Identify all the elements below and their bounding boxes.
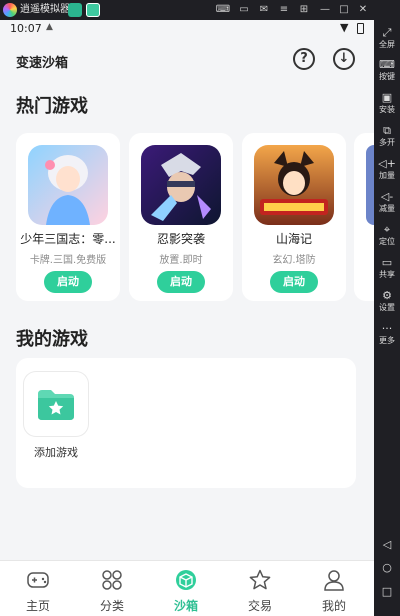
recent-apps-icon[interactable]: □ xyxy=(380,585,394,599)
add-game-button[interactable] xyxy=(24,372,88,436)
my-games-panel: 添加游戏 xyxy=(16,358,356,488)
game-icon-shaonian-sanguozhi[interactable] xyxy=(28,145,108,225)
sidebar-item-settings[interactable]: ⚙ 设置 xyxy=(374,289,400,313)
status-time: 10:07 xyxy=(10,22,42,35)
keyboard-icon[interactable]: ⌨ xyxy=(215,2,231,18)
game-name: 山海记 xyxy=(275,232,312,246)
volume-down-icon: ◁- xyxy=(380,190,394,203)
folder-icon: ▭ xyxy=(381,256,393,269)
maximize-icon[interactable]: □ xyxy=(336,2,352,18)
bottom-tabbar: 主页 分类 沙箱 交易 我的 xyxy=(0,560,374,616)
launch-button[interactable]: 启动 xyxy=(44,271,92,293)
gear-icon: ⚙ xyxy=(382,289,392,302)
game-card[interactable]: 少年三国志：零... 卡牌.三国.免费版 启动 xyxy=(16,133,120,301)
game-icon-renying-tuxi[interactable] xyxy=(141,145,221,225)
tab-mine[interactable]: 我的 xyxy=(297,569,371,614)
game-name: 少年三国志：零... xyxy=(20,232,116,246)
keyboard-icon: ⌨ xyxy=(379,58,395,71)
user-icon xyxy=(324,570,344,591)
status-bar: 10:07 ▲ ▼ xyxy=(0,20,374,38)
sidebar-item-share[interactable]: ▭ 共享 xyxy=(374,256,400,280)
wifi-icon: ▼ xyxy=(340,21,349,34)
menu-icon[interactable]: ≡ xyxy=(276,2,292,18)
sidebar-item-fullscreen[interactable]: ⤢ 全屏 xyxy=(374,26,400,50)
download-icon: ↓ xyxy=(338,51,350,66)
sidebar-item-keymap[interactable]: ⌨ 按键 xyxy=(374,58,400,82)
tab-sandbox-label: 沙箱 xyxy=(173,599,198,613)
question-icon: ? xyxy=(300,51,308,66)
app-tab-icon[interactable] xyxy=(68,3,82,17)
android-screen: 10:07 ▲ ▼ 变速沙箱 ? ↓ 热门游戏 少年三国志：零... 卡牌.三国… xyxy=(0,20,374,616)
game-tags: 卡牌.三国.免费版 xyxy=(29,255,107,266)
grid-icon xyxy=(102,570,122,590)
apk-icon: ▣ xyxy=(381,91,393,104)
game-name: 忍影突袭 xyxy=(156,232,205,246)
fullscreen-icon: ⤢ xyxy=(382,26,392,39)
star-icon xyxy=(249,569,271,590)
tab-trade[interactable]: 交易 xyxy=(223,569,297,614)
tab-category[interactable]: 分类 xyxy=(75,569,149,614)
location-icon: ⌖ xyxy=(383,223,391,236)
emulator-titlebar: 逍遥模拟器 ⌨ ▭ ✉ ≡ ⊞ — □ ✕ <<< xyxy=(0,0,400,20)
gamepad-icon xyxy=(27,572,49,588)
multi-instance-icon: ⧉ xyxy=(383,124,391,137)
active-app-tab-icon[interactable] xyxy=(86,3,100,17)
sidebar-item-volume-down[interactable]: ◁- 减量 xyxy=(374,190,400,214)
hot-games-title: 热门游戏 xyxy=(16,96,88,117)
emulator-sidebar: ⤢ 全屏 ⌨ 按键 ▣ 安装 ⧉ 多开 ◁+ 加量 ◁- 减量 ⌖ 定位 ▭ 共… xyxy=(374,0,400,616)
box-icon xyxy=(176,570,196,590)
game-tags: 玄幻.塔防 xyxy=(272,255,316,266)
emulator-logo-icon xyxy=(3,3,17,17)
launch-button[interactable]: 启动 xyxy=(270,271,318,293)
emulator-title: 逍遥模拟器 xyxy=(20,4,70,15)
sidebar-item-more[interactable]: ··· 更多 xyxy=(374,322,400,346)
add-game-label: 添加游戏 xyxy=(34,446,78,459)
bag-icon[interactable]: ⊞ xyxy=(296,2,312,18)
help-button[interactable]: ? xyxy=(293,48,315,70)
tab-sandbox[interactable]: 沙箱 xyxy=(149,569,223,614)
tab-trade-label: 交易 xyxy=(247,599,272,613)
tab-category-label: 分类 xyxy=(99,599,124,613)
screen-icon[interactable]: ▭ xyxy=(236,2,252,18)
battery-icon xyxy=(357,23,364,34)
sidebar-item-multi[interactable]: ⧉ 多开 xyxy=(374,124,400,148)
game-card[interactable]: 山海记 玄幻.塔防 启动 xyxy=(242,133,346,301)
tab-mine-label: 我的 xyxy=(321,599,346,613)
sidebar-item-volume-up[interactable]: ◁+ 加量 xyxy=(374,157,400,181)
tab-home-label: 主页 xyxy=(25,599,50,613)
launch-button[interactable]: 启动 xyxy=(157,271,205,293)
game-tags: 放置.即时 xyxy=(159,255,203,266)
back-icon[interactable]: ◁ xyxy=(380,538,394,552)
notification-icon: ▲ xyxy=(46,22,53,32)
download-button[interactable]: ↓ xyxy=(333,48,355,70)
minimize-icon[interactable]: — xyxy=(317,2,333,18)
home-icon[interactable]: ○ xyxy=(380,561,394,575)
sidebar-item-install[interactable]: ▣ 安装 xyxy=(374,91,400,115)
close-icon[interactable]: ✕ xyxy=(355,2,371,18)
volume-up-icon: ◁+ xyxy=(378,157,396,170)
folder-star-icon xyxy=(38,390,74,420)
my-games-title: 我的游戏 xyxy=(16,329,88,350)
game-card[interactable]: 忍影突袭 放置.即时 启动 xyxy=(129,133,233,301)
more-icon: ··· xyxy=(381,322,393,335)
game-card-peek[interactable] xyxy=(354,133,374,301)
tab-home[interactable]: 主页 xyxy=(1,569,75,614)
sidebar-item-location[interactable]: ⌖ 定位 xyxy=(374,223,400,247)
page-title: 变速沙箱 xyxy=(16,56,69,71)
mail-icon[interactable]: ✉ xyxy=(256,2,272,18)
game-icon-shanhaiji[interactable] xyxy=(254,145,334,225)
